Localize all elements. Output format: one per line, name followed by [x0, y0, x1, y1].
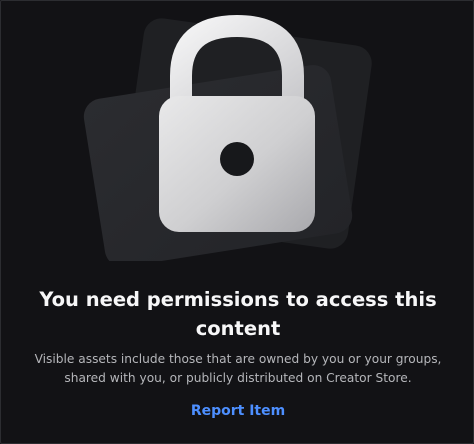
permission-panel: You need permissions to access this cont… — [0, 0, 474, 444]
locked-content-illustration — [83, 14, 372, 261]
permission-heading: You need permissions to access this cont… — [39, 288, 437, 340]
report-item-link[interactable]: Report Item — [1, 403, 474, 419]
permission-description: Visible assets include those that are ow… — [34, 352, 442, 385]
